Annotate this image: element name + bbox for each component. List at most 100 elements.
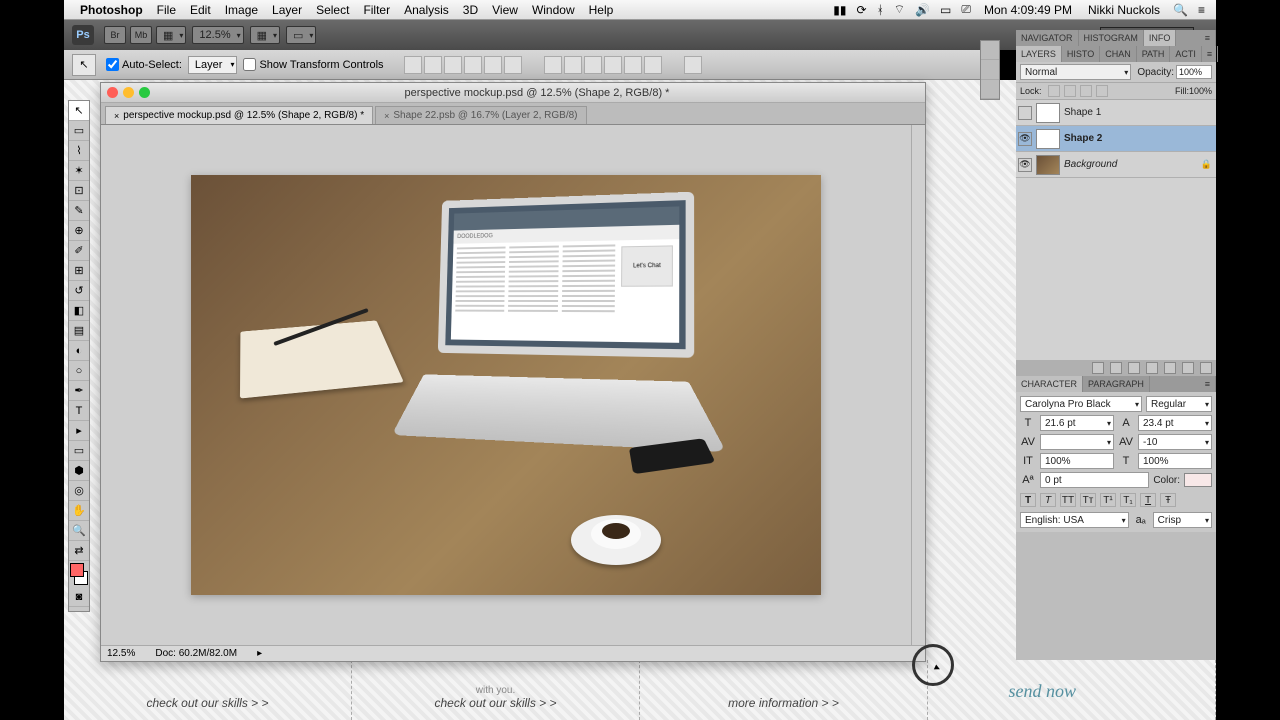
menubar-user[interactable]: Nikki Nuckols (1088, 3, 1160, 17)
underline-button[interactable]: T (1140, 493, 1156, 507)
document-tab-active[interactable]: ×perspective mockup.psd @ 12.5% (Shape 2… (105, 106, 373, 124)
canvas-area[interactable]: DOODLEDOG Let's Chat (101, 125, 911, 645)
marquee-tool[interactable]: ▭ (69, 121, 89, 141)
font-size-field[interactable]: 21.6 pt (1040, 415, 1114, 431)
distribute-button[interactable] (644, 56, 662, 74)
auto-select-checkbox[interactable] (106, 58, 119, 71)
collapsed-panel-dock[interactable] (980, 40, 1000, 100)
layer-group-button[interactable] (1164, 362, 1176, 374)
healing-tool[interactable]: ⊕ (69, 221, 89, 241)
path-select-tool[interactable]: ▸ (69, 421, 89, 441)
dodge-tool[interactable]: ○ (69, 361, 89, 381)
tab-paragraph[interactable]: PARAGRAPH (1083, 376, 1150, 392)
screen-mode-dropdown[interactable]: ▭ (286, 26, 316, 44)
layer-row[interactable]: 👁 Background 🔒 (1016, 152, 1216, 178)
panel-menu-icon[interactable]: ≡ (1200, 376, 1216, 392)
faux-italic-button[interactable]: T (1040, 493, 1056, 507)
status-arrow-icon[interactable]: ▸ (257, 648, 262, 659)
menu-window[interactable]: Window (532, 3, 575, 17)
close-tab-icon[interactable]: × (114, 111, 119, 121)
stamp-tool[interactable]: ⊞ (69, 261, 89, 281)
gradient-tool[interactable]: ▤ (69, 321, 89, 341)
lock-position-button[interactable] (1080, 85, 1092, 97)
color-switch[interactable]: ⇄ (69, 541, 89, 561)
dock-item[interactable] (981, 80, 999, 99)
distribute-button[interactable] (624, 56, 642, 74)
window-close-button[interactable] (107, 87, 118, 98)
lock-pixels-button[interactable] (1064, 85, 1076, 97)
tab-character[interactable]: CHARACTER (1016, 376, 1083, 392)
window-minimize-button[interactable] (123, 87, 134, 98)
status-zoom[interactable]: 12.5% (107, 648, 135, 659)
hand-tool[interactable]: ✋ (69, 501, 89, 521)
launch-bridge-button[interactable]: Br (104, 26, 126, 44)
superscript-button[interactable]: T¹ (1100, 493, 1116, 507)
tab-navigator[interactable]: NAVIGATOR (1016, 30, 1079, 46)
align-vcenter-button[interactable] (424, 56, 442, 74)
footer-link[interactable]: check out our skills > > (146, 696, 268, 710)
tracking-field[interactable]: -10 (1138, 434, 1212, 450)
layer-thumbnail[interactable] (1036, 155, 1060, 175)
layer-thumbnail[interactable] (1036, 103, 1060, 123)
lock-transparent-button[interactable] (1048, 85, 1060, 97)
adjustment-layer-button[interactable] (1146, 362, 1158, 374)
photoshop-icon[interactable]: Ps (72, 25, 94, 45)
link-layers-button[interactable] (1092, 362, 1104, 374)
tab-info[interactable]: INFO (1144, 30, 1177, 46)
app-name[interactable]: Photoshop (80, 3, 143, 17)
menu-edit[interactable]: Edit (190, 3, 211, 17)
view-extras-dropdown[interactable]: ▦ (156, 26, 186, 44)
distribute-button[interactable] (564, 56, 582, 74)
blend-mode-dropdown[interactable]: Normal (1020, 64, 1131, 80)
bluetooth-icon[interactable]: ᚼ (877, 3, 884, 17)
align-right-button[interactable] (504, 56, 522, 74)
baseline-shift-field[interactable]: 0 pt (1040, 472, 1149, 488)
blur-tool[interactable]: ◐ (69, 341, 89, 361)
vertical-scale-field[interactable]: 100% (1040, 453, 1114, 469)
visibility-toggle[interactable] (1018, 106, 1032, 120)
window-titlebar[interactable]: perspective mockup.psd @ 12.5% (Shape 2,… (101, 83, 925, 103)
tab-history[interactable]: HISTO (1062, 46, 1100, 62)
show-transform-checkbox[interactable] (243, 58, 256, 71)
kerning-field[interactable] (1040, 434, 1114, 450)
lock-all-button[interactable] (1096, 85, 1108, 97)
footer-link[interactable]: check out our skills > > (434, 696, 556, 710)
faux-bold-button[interactable]: T (1020, 493, 1036, 507)
panel-menu-icon[interactable]: ≡ (1200, 30, 1216, 46)
distribute-button[interactable] (604, 56, 622, 74)
leading-field[interactable]: 23.4 pt (1138, 415, 1212, 431)
align-hcenter-button[interactable] (484, 56, 502, 74)
layer-name[interactable]: Shape 1 (1064, 107, 1214, 118)
arrange-documents-dropdown[interactable]: ▦ (250, 26, 280, 44)
spotlight-icon[interactable]: 🔍 (1173, 3, 1188, 17)
close-tab-icon[interactable]: × (384, 111, 389, 121)
quick-select-tool[interactable]: ✶ (69, 161, 89, 181)
menu-3d[interactable]: 3D (463, 3, 478, 17)
auto-align-button[interactable] (684, 56, 702, 74)
tab-histogram[interactable]: HISTOGRAM (1079, 30, 1144, 46)
history-brush-tool[interactable]: ↺ (69, 281, 89, 301)
new-layer-button[interactable] (1182, 362, 1194, 374)
delete-layer-button[interactable] (1200, 362, 1212, 374)
zoom-dropdown[interactable]: 12.5% (192, 26, 243, 44)
layer-mask-button[interactable] (1128, 362, 1140, 374)
panel-menu-icon[interactable]: ≡ (1202, 46, 1218, 62)
pen-tool[interactable]: ✒ (69, 381, 89, 401)
tab-actions[interactable]: ACTI (1170, 46, 1202, 62)
dock-item[interactable] (981, 41, 999, 60)
send-now-button[interactable]: send now (1009, 681, 1077, 702)
dock-item[interactable] (981, 60, 999, 79)
align-top-button[interactable] (404, 56, 422, 74)
screen-icon[interactable]: ⎚ (961, 2, 971, 17)
3d-camera-tool[interactable]: ◎ (69, 481, 89, 501)
align-left-button[interactable] (464, 56, 482, 74)
menu-file[interactable]: File (157, 3, 176, 17)
shape-tool[interactable]: ▭ (69, 441, 89, 461)
eyedropper-tool[interactable]: ✎ (69, 201, 89, 221)
layer-fx-button[interactable] (1110, 362, 1122, 374)
auto-select-dropdown[interactable]: Layer (188, 56, 238, 74)
quick-mask-tool[interactable]: ◙ (69, 587, 89, 607)
brush-tool[interactable]: ✐ (69, 241, 89, 261)
lasso-tool[interactable]: ⌇ (69, 141, 89, 161)
fill-field[interactable]: 100% (1189, 86, 1212, 96)
